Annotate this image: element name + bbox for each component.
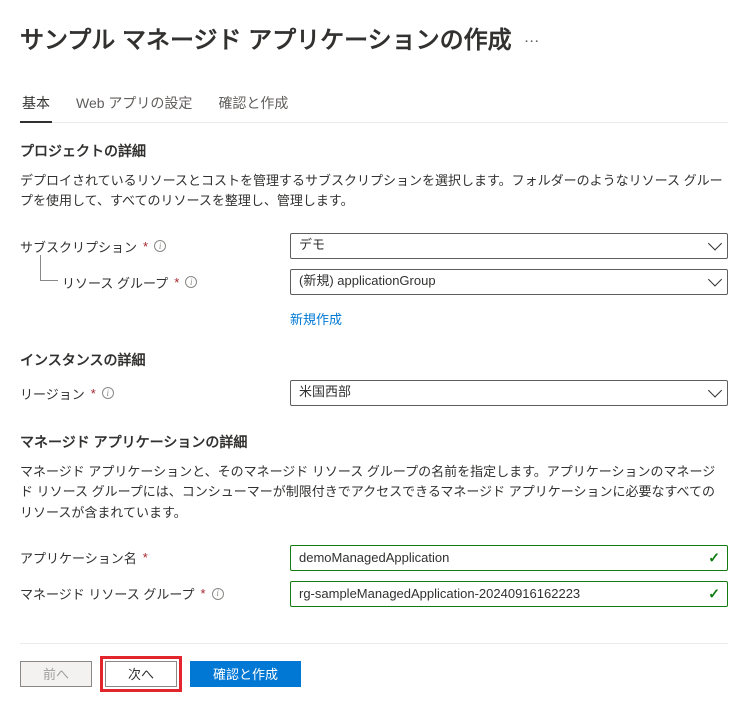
- tab-webapp-settings[interactable]: Web アプリの設定: [74, 93, 194, 122]
- section-title-project: プロジェクトの詳細: [20, 141, 728, 161]
- next-button-highlight: 次へ: [100, 656, 182, 692]
- tab-bar: 基本 Web アプリの設定 確認と作成: [20, 93, 728, 123]
- managed-resource-group-input[interactable]: [290, 581, 728, 607]
- required-marker: *: [143, 550, 148, 565]
- info-icon[interactable]: i: [185, 276, 197, 288]
- subscription-select[interactable]: デモ: [290, 233, 728, 259]
- required-marker: *: [201, 586, 206, 601]
- required-marker: *: [143, 239, 148, 254]
- section-desc-project: デプロイされているリソースとコストを管理するサブスクリプションを選択します。フォ…: [20, 171, 728, 211]
- indent-connector: [40, 255, 58, 281]
- wizard-footer: 前へ 次へ 確認と作成: [20, 643, 728, 692]
- required-marker: *: [91, 386, 96, 401]
- create-new-resource-group-link[interactable]: 新規作成: [290, 309, 342, 328]
- required-marker: *: [174, 275, 179, 290]
- resource-group-select[interactable]: (新規) applicationGroup: [290, 269, 728, 295]
- resource-group-label: リソース グループ: [62, 273, 168, 292]
- more-actions-button[interactable]: …: [524, 29, 542, 47]
- page-title: サンプル マネージド アプリケーションの作成: [20, 20, 512, 55]
- tab-review-create[interactable]: 確認と作成: [216, 93, 290, 122]
- next-button[interactable]: 次へ: [105, 661, 177, 687]
- previous-button: 前へ: [20, 661, 92, 687]
- tab-basic[interactable]: 基本: [20, 93, 52, 123]
- subscription-label: サブスクリプション: [20, 237, 137, 256]
- info-icon[interactable]: i: [154, 240, 166, 252]
- section-title-managed: マネージド アプリケーションの詳細: [20, 432, 728, 452]
- region-label: リージョン: [20, 384, 85, 403]
- review-create-button[interactable]: 確認と作成: [190, 661, 301, 687]
- app-name-input[interactable]: [290, 545, 728, 571]
- region-select[interactable]: 米国西部: [290, 380, 728, 406]
- info-icon[interactable]: i: [212, 588, 224, 600]
- info-icon[interactable]: i: [102, 387, 114, 399]
- section-desc-managed: マネージド アプリケーションと、そのマネージド リソース グループの名前を指定し…: [20, 462, 728, 522]
- mrg-label: マネージド リソース グループ: [20, 584, 195, 603]
- section-title-instance: インスタンスの詳細: [20, 350, 728, 370]
- app-name-label: アプリケーション名: [20, 548, 137, 567]
